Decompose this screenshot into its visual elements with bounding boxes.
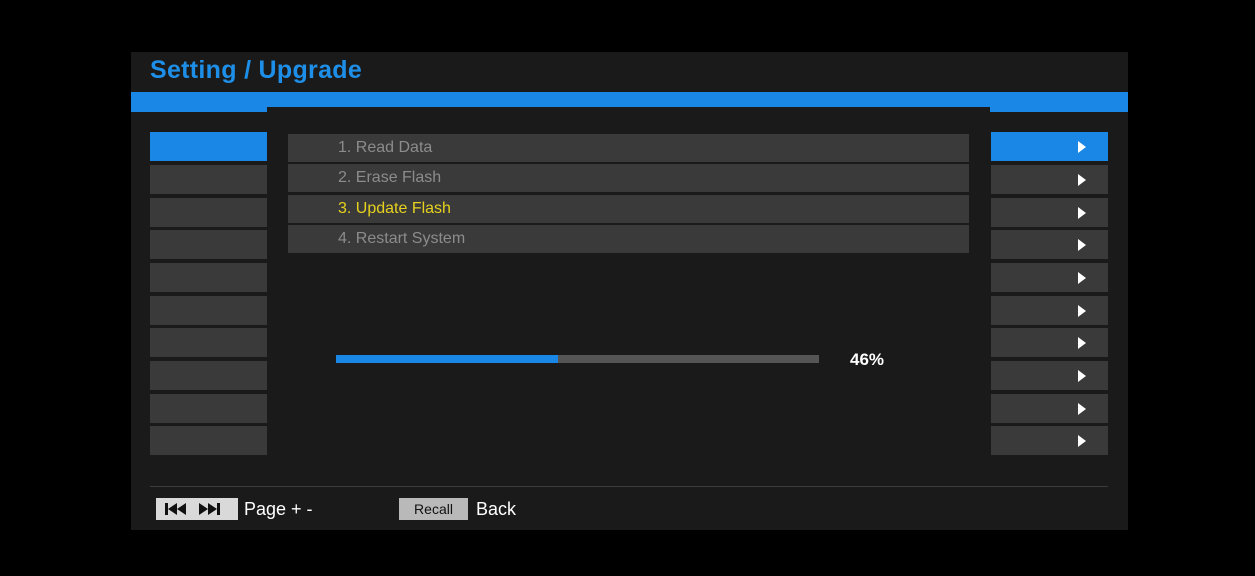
step-erase-flash[interactable]: 2. Erase Flash xyxy=(288,164,969,192)
skip-back-forward-icon xyxy=(165,503,220,515)
right-slot[interactable] xyxy=(991,394,1108,423)
play-arrow-icon xyxy=(1078,370,1086,382)
play-arrow-icon xyxy=(1078,403,1086,415)
left-slot xyxy=(150,132,267,161)
upgrade-dialog: Setting / Upgrade 1. Read Data 2. Erase … xyxy=(131,52,1128,530)
play-arrow-icon xyxy=(1078,207,1086,219)
step-read-data[interactable]: 1. Read Data xyxy=(288,134,969,162)
play-arrow-icon xyxy=(1078,435,1086,447)
play-arrow-icon xyxy=(1078,239,1086,251)
footer-divider xyxy=(150,486,1108,487)
left-slot xyxy=(150,394,267,423)
left-slot xyxy=(150,198,267,227)
left-slot xyxy=(150,230,267,259)
left-slot xyxy=(150,296,267,325)
left-slot xyxy=(150,165,267,194)
page-label: Page + - xyxy=(244,499,313,519)
play-arrow-icon xyxy=(1078,337,1086,349)
page-key[interactable] xyxy=(156,498,238,520)
right-slot[interactable] xyxy=(991,426,1108,455)
right-slot[interactable] xyxy=(991,263,1108,292)
step-restart-system[interactable]: 4. Restart System xyxy=(288,225,969,253)
header-bar-right xyxy=(990,92,1128,112)
right-slot[interactable] xyxy=(991,296,1108,325)
play-arrow-icon xyxy=(1078,174,1086,186)
play-arrow-icon xyxy=(1078,305,1086,317)
right-slot[interactable] xyxy=(991,230,1108,259)
play-arrow-icon xyxy=(1078,141,1086,153)
back-label: Back xyxy=(476,499,517,519)
right-slot[interactable] xyxy=(991,165,1108,194)
header-bar-left xyxy=(131,92,267,112)
step-update-flash[interactable]: 3. Update Flash xyxy=(288,195,969,223)
left-slot xyxy=(150,263,267,292)
progress-fill xyxy=(336,355,559,363)
right-slot[interactable] xyxy=(991,328,1108,357)
left-slot xyxy=(150,426,267,455)
play-arrow-icon xyxy=(1078,272,1086,284)
header-bar xyxy=(267,92,990,107)
left-slot xyxy=(150,361,267,390)
progress-percent: 46% xyxy=(850,350,885,369)
right-slot[interactable] xyxy=(991,361,1108,390)
page-title: Setting / Upgrade xyxy=(150,56,363,84)
right-slot[interactable] xyxy=(991,132,1108,161)
left-slot xyxy=(150,328,267,357)
progress-bar xyxy=(336,355,819,363)
recall-button[interactable]: Recall xyxy=(399,498,468,520)
right-slot[interactable] xyxy=(991,198,1108,227)
